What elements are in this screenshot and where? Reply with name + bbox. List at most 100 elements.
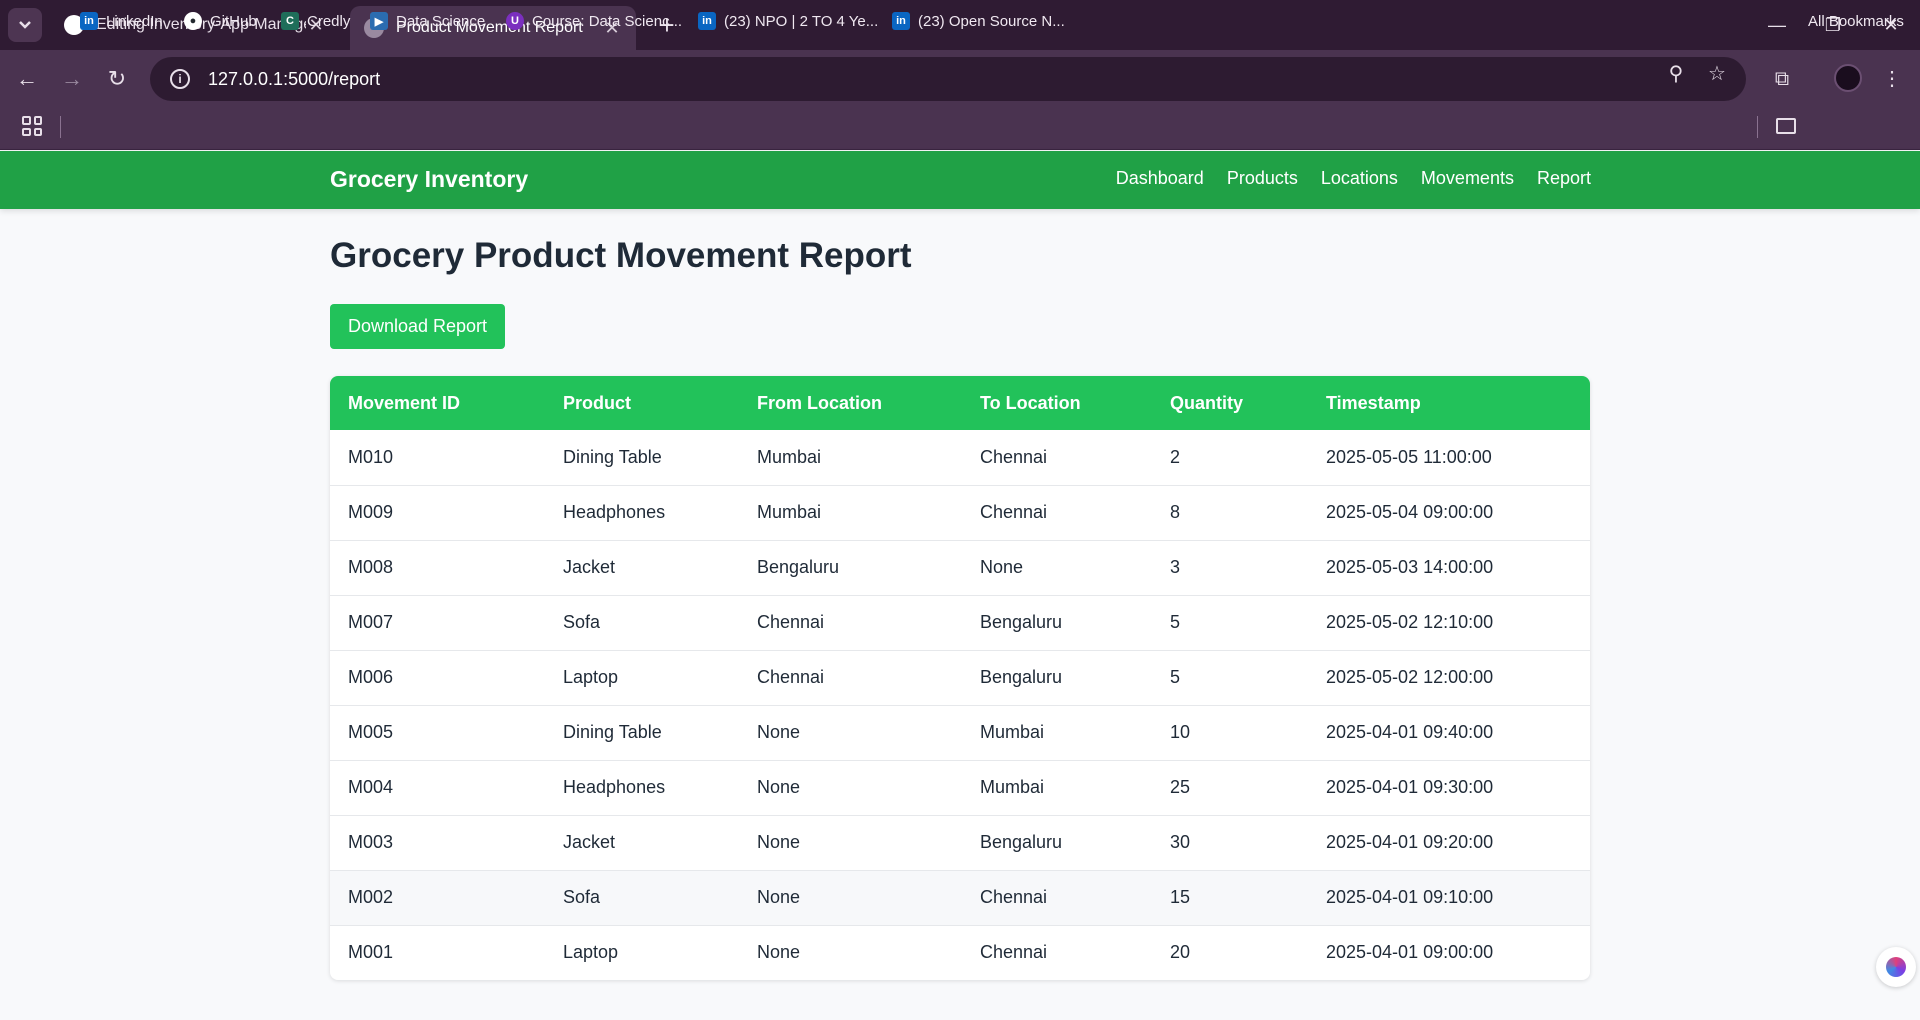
cell-to-location: Chennai [980, 942, 1048, 963]
column-header-to-location: To Location [980, 392, 1081, 413]
cell-product: Laptop [563, 942, 619, 963]
movement-report-table: Movement ID Product From Location To Loc… [330, 376, 1590, 980]
cell-quantity: 2 [1170, 446, 1181, 467]
cell-quantity: 30 [1170, 832, 1191, 852]
bookmark-data-science[interactable]: ▶ Data Science [370, 10, 485, 32]
cell-to-location: Chennai [980, 502, 1048, 522]
table-row: M004 Headphones None Mumbai 25 2025-04-01 09:… [330, 760, 1590, 815]
cell-product: Sofa [563, 612, 601, 632]
assistant-icon [1886, 957, 1906, 977]
cell-timestamp: 2025-04-01 09:20:00 [1326, 832, 1494, 852]
profile-avatar[interactable] [1834, 64, 1862, 92]
menu-kebab-icon[interactable]: ⋮ [1878, 65, 1906, 93]
reload-icon[interactable]: ↻ [102, 64, 132, 94]
table-row: M002 Sofa None Chennai 15 2025-04-01 09:10:00 [330, 870, 1590, 925]
cell-from-location: None [757, 942, 801, 963]
cell-timestamp: 2025-05-03 14:00:00 [1326, 557, 1494, 577]
cell-timestamp: 2025-05-02 12:00:00 [1326, 667, 1494, 687]
nav-products[interactable]: Products [1227, 168, 1298, 189]
column-header-product: Product [563, 392, 632, 413]
tab-search-button[interactable] [8, 8, 42, 42]
table-row: M010 Dining Table Mumbai Chennai 2 2025-05-05… [330, 430, 1590, 485]
cell-timestamp: 2025-05-04 09:00:00 [1326, 502, 1494, 522]
github-icon: ● [184, 12, 202, 30]
table-row: M001 Laptop None Chennai 20 2025-04-01 09:00:… [330, 925, 1590, 980]
table-row: M008 Jacket Bengaluru None 3 2025-05-03 14:00… [330, 540, 1590, 595]
cell-movement-id: M001 [348, 942, 394, 963]
extensions-icon[interactable]: ⧉ [1768, 65, 1796, 93]
page-title: Grocery Product Movement Report [330, 236, 912, 275]
cell-movement-id: M008 [348, 557, 394, 577]
bookmark-course[interactable]: U Course: Data Scienc... [506, 10, 682, 32]
bookmark-star-icon[interactable]: ☆ [1705, 62, 1729, 86]
forward-icon[interactable]: → [57, 64, 87, 94]
bookmark-label: Credly [307, 12, 351, 30]
cell-product: Laptop [563, 667, 619, 687]
back-icon[interactable]: ← [12, 64, 42, 94]
minimize-icon[interactable]: — [1764, 12, 1790, 38]
cell-quantity: 5 [1170, 612, 1181, 632]
cell-to-location: Bengaluru [980, 832, 1063, 852]
column-header-quantity: Quantity [1170, 392, 1244, 413]
table-row: M006 Laptop Chennai Bengaluru 5 2025-05-02 12… [330, 650, 1590, 705]
address-bar[interactable]: i 127.0.0.1:5000/report [150, 57, 1746, 101]
cell-movement-id: M006 [348, 667, 394, 687]
linkedin-icon: in [698, 12, 716, 30]
bookmark-label: LinkedIn [106, 12, 163, 30]
browser-toolbar: ← → ↻ i 127.0.0.1:5000/report ⚲ ☆ ⧉ ⋮ [0, 50, 1920, 108]
zoom-icon[interactable]: ⚲ [1664, 62, 1688, 86]
bookmark-divider [1757, 116, 1758, 138]
cell-product: Headphones [563, 502, 666, 522]
cell-timestamp: 2025-04-01 09:00:00 [1326, 942, 1494, 963]
bookmark-credly[interactable]: C Credly [281, 10, 350, 32]
cell-from-location: None [757, 887, 801, 907]
main-nav: Dashboard Products Locations Movements R… [1116, 168, 1591, 189]
cell-quantity: 8 [1170, 502, 1181, 522]
bookmark-label: (23) Open Source N... [918, 12, 1065, 30]
cell-timestamp: 2025-05-02 12:10:00 [1326, 612, 1494, 632]
all-bookmarks-button[interactable]: All Bookmarks [1808, 10, 1904, 32]
cell-from-location: Chennai [757, 612, 825, 632]
cell-to-location: Chennai [980, 887, 1048, 907]
table-row: M005 Dining Table None Mumbai 10 2025-04-01 0… [330, 705, 1590, 760]
cell-product: Dining Table [563, 722, 662, 742]
bookmark-open-source[interactable]: in (23) Open Source N... [892, 10, 1065, 32]
cell-to-location: None [980, 557, 1024, 577]
bookmark-npo[interactable]: in (23) NPO | 2 TO 4 Ye... [698, 10, 878, 32]
apps-grid-icon[interactable] [22, 116, 42, 136]
folder-icon [1776, 118, 1796, 134]
nav-report[interactable]: Report [1537, 168, 1591, 189]
cell-from-location: None [757, 722, 801, 742]
cell-from-location: None [757, 777, 801, 797]
column-header-movement-id: Movement ID [348, 392, 461, 413]
cell-movement-id: M003 [348, 832, 394, 852]
nav-movements[interactable]: Movements [1421, 168, 1514, 189]
cell-timestamp: 2025-04-01 09:30:00 [1326, 777, 1494, 797]
all-bookmarks-label: All Bookmarks [1808, 12, 1904, 30]
bookmark-label: (23) NPO | 2 TO 4 Ye... [724, 12, 879, 30]
cell-from-location: Mumbai [757, 502, 822, 522]
cell-movement-id: M004 [348, 777, 394, 797]
site-info-icon[interactable]: i [170, 69, 190, 89]
assistant-button[interactable] [1876, 947, 1916, 987]
nav-dashboard[interactable]: Dashboard [1116, 168, 1204, 189]
brand-logo[interactable]: Grocery Inventory [330, 166, 528, 193]
bookmark-github[interactable]: ● GitHub [184, 10, 257, 32]
cell-to-location: Bengaluru [980, 667, 1063, 687]
column-header-timestamp: Timestamp [1326, 392, 1421, 413]
cell-quantity: 25 [1170, 777, 1191, 797]
course-icon: U [506, 12, 524, 30]
cell-movement-id: M009 [348, 502, 394, 522]
cell-timestamp: 2025-04-01 09:40:00 [1326, 722, 1494, 742]
cell-product: Jacket [563, 557, 616, 577]
cell-from-location: Chennai [757, 667, 825, 687]
table-body: M010 Dining Table Mumbai Chennai 2 2025-05-05… [330, 430, 1590, 980]
bookmark-linkedin[interactable]: in LinkedIn [80, 10, 163, 32]
cell-timestamp: 2025-05-05 11:00:00 [1326, 446, 1492, 467]
cell-quantity: 3 [1170, 557, 1181, 577]
table-row: M003 Jacket None Bengaluru 30 2025-04-01 09:2… [330, 815, 1590, 870]
cell-product: Jacket [563, 832, 616, 852]
cell-to-location: Bengaluru [980, 612, 1063, 632]
download-report-button[interactable]: Download Report [330, 304, 505, 349]
nav-locations[interactable]: Locations [1321, 168, 1398, 189]
